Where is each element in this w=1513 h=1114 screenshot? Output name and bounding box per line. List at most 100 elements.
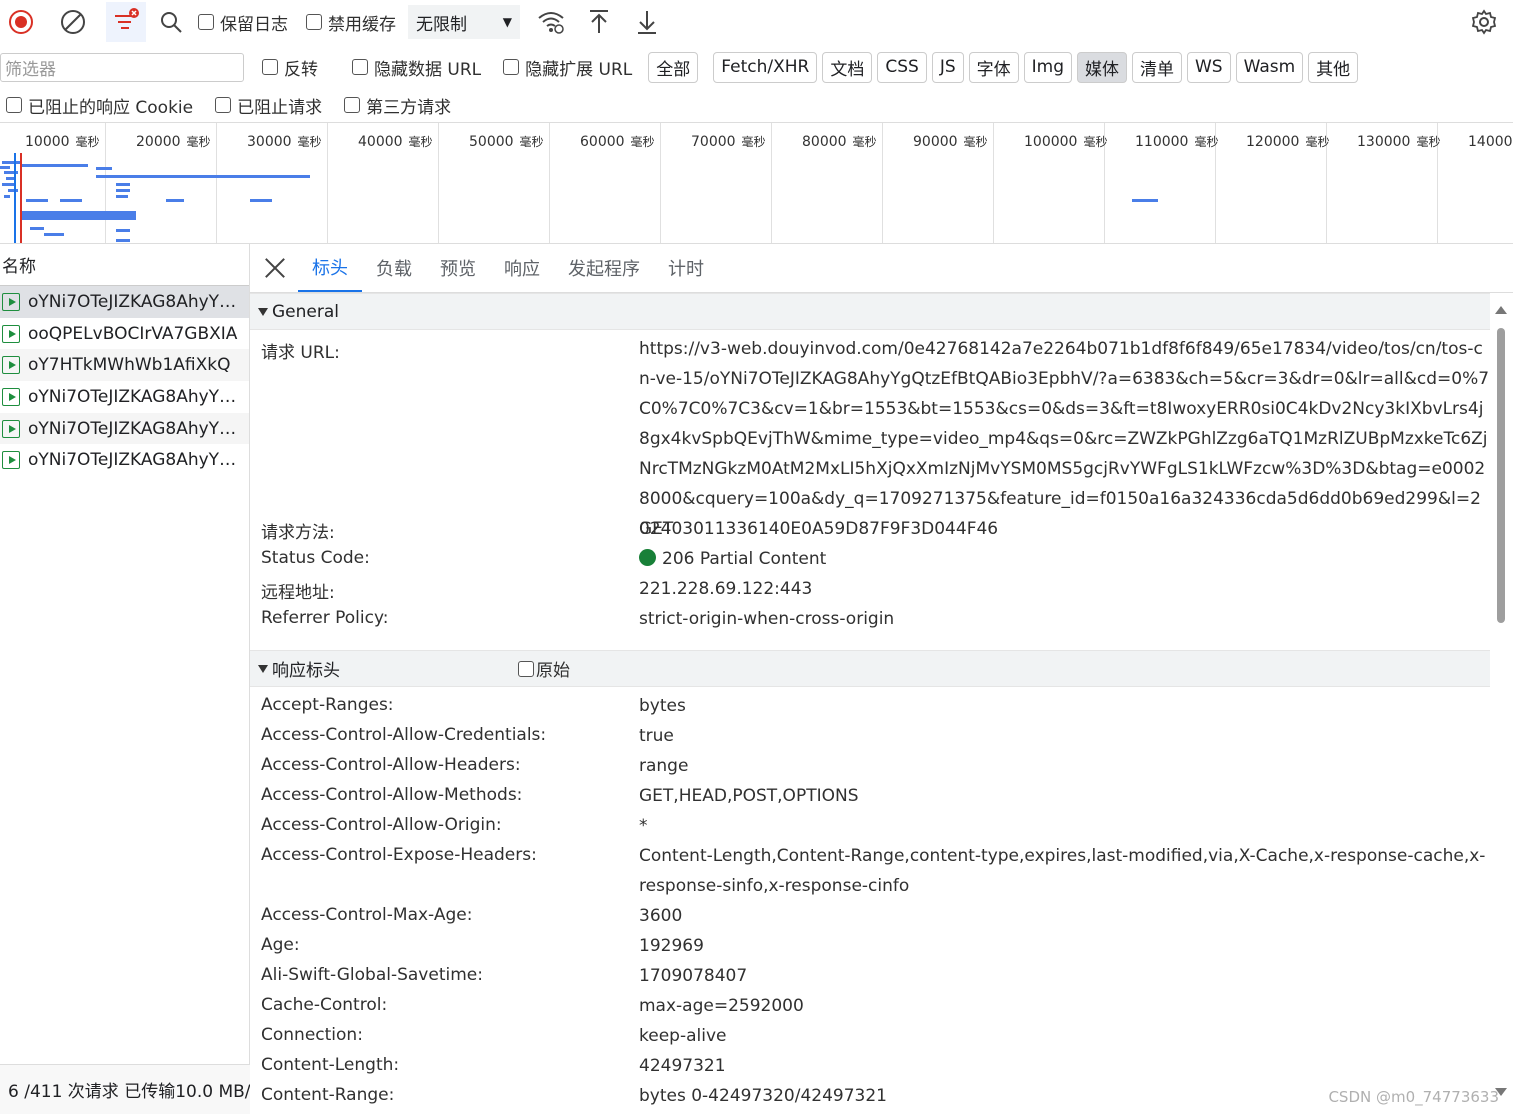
request-row[interactable]: ooQPELvBOCIrVA7GBXIA (0, 318, 249, 350)
overview-gridline (549, 123, 550, 243)
filter-placeholder: 筛选器 (5, 59, 56, 80)
search-icon[interactable] (156, 7, 186, 37)
third-party-label: 第三方请求 (366, 97, 452, 118)
overview-tick-label: 80000 毫秒 (802, 133, 877, 150)
overview-gridline (438, 123, 439, 243)
general-section-header[interactable]: General (250, 293, 1490, 330)
checkbox-box[interactable] (352, 59, 368, 75)
overview-tick-value: 50000 (469, 134, 514, 150)
tab-payload[interactable]: 负载 (362, 244, 426, 292)
record-icon[interactable] (6, 7, 36, 37)
checkbox-box[interactable] (518, 660, 534, 677)
checkbox-box[interactable] (215, 97, 232, 113)
type-filter-font[interactable]: 字体 (968, 51, 1019, 83)
network-conditions-icon[interactable] (536, 7, 566, 37)
overview-tick-unit: 毫秒 (297, 135, 322, 149)
request-row[interactable]: oYNi7OTeJIZKAG8AhyYgQtzEfBtQABio3EpbhV (0, 286, 249, 318)
raw-checkbox[interactable]: 原始 (518, 656, 570, 681)
disable-cache-checkbox[interactable]: 禁用缓存 (306, 10, 396, 35)
response-header-name: Access-Control-Allow-Credentials: (261, 725, 547, 745)
overview-tick-value: 110000 (1135, 134, 1189, 150)
gear-icon[interactable] (1469, 7, 1499, 37)
scroll-thumb[interactable] (1497, 328, 1505, 623)
throttle-value: 无限制 (416, 14, 467, 35)
type-filter-doc[interactable]: 文档 (822, 51, 873, 83)
response-header-name: Age: (261, 935, 300, 955)
hide-data-url-checkbox[interactable]: 隐藏数据 URL (352, 55, 481, 80)
overview-request-bar (166, 199, 184, 202)
import-har-icon[interactable] (584, 7, 614, 37)
overview-timeline[interactable]: 10000 毫秒 20000 毫秒 30000 毫秒 40000 毫秒 50000 毫秒 60000… (0, 122, 1513, 244)
blocked-cookies-checkbox[interactable]: 已阻止的响应 Cookie (6, 93, 193, 118)
hide-ext-url-checkbox[interactable]: 隐藏扩展 URL (503, 55, 632, 80)
tab-timing[interactable]: 计时 (654, 244, 718, 292)
export-har-icon[interactable] (632, 7, 662, 37)
tab-response[interactable]: 响应 (490, 244, 554, 292)
overview-tick-value: 100000 (1024, 134, 1078, 150)
status-dot-icon (639, 549, 656, 566)
request-row[interactable]: oYNi7OTeJIZKAG8AhyYgQtzEfBtQABio3EpbhV (0, 412, 249, 445)
disable-cache-label: 禁用缓存 (328, 14, 396, 35)
overview-tick-value: 30000 (247, 134, 292, 150)
invert-label: 反转 (284, 59, 318, 80)
request-row[interactable]: oYNi7OTeJIZKAG8AhyYgQtzEfBtQABio3EpbhV (0, 444, 249, 476)
request-row[interactable]: oY7HTkMWhWb1AfiXkQ (0, 349, 249, 382)
scroll-up-icon[interactable] (1495, 306, 1507, 314)
tab-initiator[interactable]: 发起程序 (554, 244, 654, 292)
remote-address-label: 远程地址: (261, 583, 335, 603)
request-rows: oYNi7OTeJIZKAG8AhyYgQtzEfBtQABio3EpbhV oo… (0, 286, 249, 476)
detail-scrollbar[interactable] (1494, 300, 1508, 1100)
checkbox-box[interactable] (262, 59, 278, 75)
overview-request-bar (20, 217, 136, 220)
overview-tick-unit: 毫秒 (1416, 135, 1441, 149)
overview-tick-unit: 毫秒 (741, 135, 766, 149)
filter-input[interactable]: 筛选器 (0, 52, 244, 82)
overview-tick-value: 90000 (913, 134, 958, 150)
type-filter-wasm[interactable]: Wasm (1235, 51, 1304, 83)
type-filter-css[interactable]: CSS (877, 51, 927, 83)
tab-headers[interactable]: 标头 (298, 244, 362, 292)
type-filter-manifest[interactable]: 清单 (1132, 51, 1182, 83)
invert-checkbox[interactable]: 反转 (262, 55, 318, 80)
preserve-log-checkbox[interactable]: 保留日志 (198, 10, 288, 35)
request-name: oYNi7OTeJIZKAG8AhyYgQtzEfBtQABio3EpbhV (28, 450, 238, 471)
type-filter-ws[interactable]: WS (1187, 51, 1231, 83)
overview-tick-unit: 毫秒 (852, 135, 877, 149)
overview-tick-value: 20000 (136, 134, 181, 150)
type-filter-js[interactable]: JS (931, 51, 964, 83)
blocked-filter-bar: 已阻止的响应 Cookie 已阻止请求 第三方请求 (0, 88, 1513, 122)
response-header-value: bytes (639, 696, 686, 716)
type-filter-other[interactable]: 其他 (1308, 51, 1359, 83)
overview-tick-unit: 毫秒 (1194, 135, 1219, 149)
blocked-cookies-label: 已阻止的响应 Cookie (28, 97, 194, 118)
checkbox-box[interactable] (344, 97, 361, 113)
type-filter-all[interactable]: 全部 (648, 51, 699, 83)
checkbox-box[interactable] (6, 97, 22, 113)
request-name: oYNi7OTeJIZKAG8AhyYgQtzEfBtQABio3EpbhV (28, 418, 238, 439)
close-icon[interactable] (262, 255, 288, 281)
overview-request-bar (26, 199, 48, 202)
throttle-select[interactable]: 无限制 ▼ (408, 5, 520, 39)
checkbox-box[interactable] (198, 14, 214, 30)
blocked-requests-checkbox[interactable]: 已阻止请求 (215, 93, 322, 118)
type-filter-media[interactable]: 媒体 (1077, 51, 1127, 83)
overview-tick-unit: 毫秒 (408, 135, 433, 149)
response-header-value: true (639, 726, 674, 746)
filter-icon[interactable] (106, 2, 146, 42)
response-header-value: 1709078407 (639, 966, 748, 986)
third-party-checkbox[interactable]: 第三方请求 (344, 93, 451, 118)
tab-preview[interactable]: 预览 (426, 244, 490, 292)
overview-request-bar (0, 166, 10, 169)
request-row[interactable]: oYNi7OTeJIZKAG8AhyYgQtzEfBtQABio3EpbhV (0, 381, 249, 413)
media-file-icon (2, 387, 20, 406)
overview-tick-label: 110000 毫秒 (1135, 133, 1218, 150)
overview-tick-unit: 毫秒 (630, 135, 655, 149)
type-filter-fetch[interactable]: Fetch/XHR (713, 51, 818, 83)
name-column-header[interactable]: 名称 (0, 244, 249, 286)
clear-icon[interactable] (58, 7, 88, 37)
type-filter-img[interactable]: Img (1023, 51, 1072, 83)
overview-tick-value: 130000 (1357, 134, 1411, 150)
checkbox-box[interactable] (503, 59, 520, 75)
checkbox-box[interactable] (306, 14, 322, 30)
response-headers-section-header[interactable]: 响应标头 原始 (250, 650, 1490, 687)
